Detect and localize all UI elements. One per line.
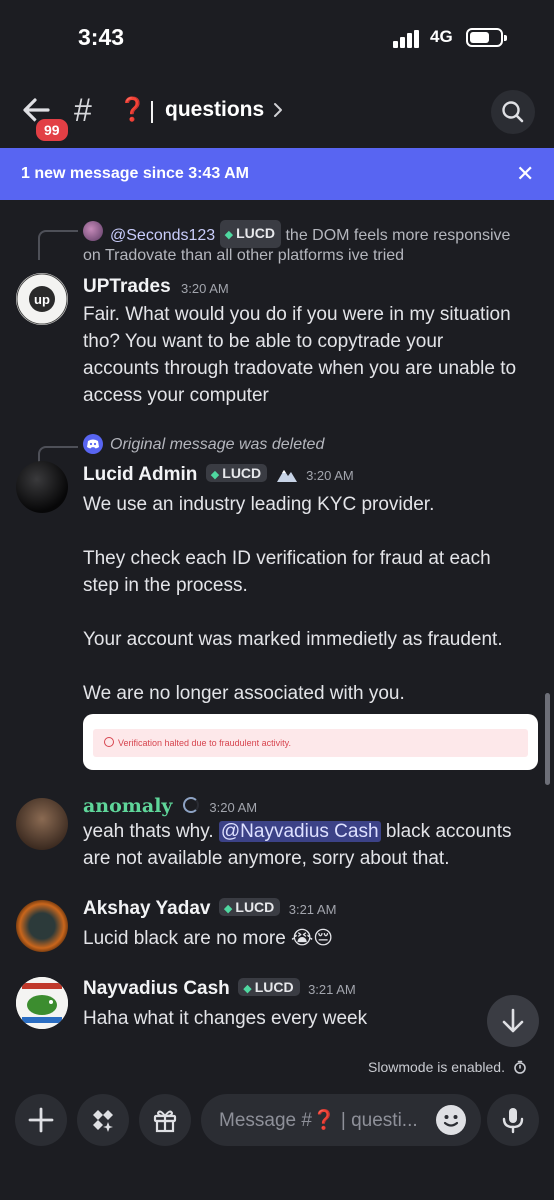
fish-logo-icon <box>16 977 68 1029</box>
network-label: 4G <box>430 27 453 46</box>
timestamp: 3:20 AM <box>181 281 229 296</box>
reply-text-line: the DOM feels more responsive <box>285 227 511 244</box>
plus-icon <box>28 1107 54 1133</box>
avatar[interactable] <box>16 977 68 1029</box>
server-tag: ◆ LUCD <box>238 978 300 996</box>
diamond-icon: ◆ <box>224 229 234 241</box>
avatar[interactable] <box>16 798 68 850</box>
server-tag: ◆ LUCD <box>218 898 281 916</box>
add-button[interactable] <box>15 1094 67 1146</box>
signal-icon <box>393 30 419 48</box>
message-line: yeah thats why. <box>83 821 214 842</box>
voice-button[interactable] <box>487 1094 539 1146</box>
arrow-down-icon <box>502 1008 524 1033</box>
message-line: black accounts <box>385 821 512 842</box>
reply-avatar <box>83 221 103 241</box>
message-line: are not available anymore, sorry about t… <box>83 848 450 869</box>
username[interactable]: Akshay Yadav <box>83 898 210 919</box>
gift-icon <box>153 1110 177 1133</box>
slowmode-text: Slowmode is enabled. <box>368 1059 505 1075</box>
avatar[interactable] <box>16 461 68 513</box>
jump-to-bottom-button[interactable] <box>487 995 539 1047</box>
diamond-icon: ◆ <box>210 469 220 481</box>
diamond-icon: ◆ <box>223 903 233 915</box>
timestamp: 3:20 AM <box>306 468 354 483</box>
deleted-reply-text: Original message was deleted <box>110 436 325 453</box>
message-text: Lucid black are no more 😭😔 <box>83 928 334 949</box>
gift-button[interactable] <box>139 1094 191 1146</box>
message-line: Your account was marked immedietly as fr… <box>83 629 503 650</box>
reply-mention[interactable]: @Seconds123 <box>110 227 215 244</box>
channel-separator: | <box>149 97 155 123</box>
smiley-icon <box>443 1115 459 1127</box>
username[interactable]: Lucid Admin <box>83 464 197 485</box>
unread-badge: 99 <box>33 116 71 144</box>
message-header: anomaly 3:20 AM <box>83 795 257 817</box>
apps-icon <box>93 1110 113 1132</box>
chevron-right-icon[interactable] <box>271 99 285 121</box>
tag-label: LUCD <box>254 979 294 995</box>
tag-label: LUCD <box>236 225 276 241</box>
discord-icon <box>83 434 103 454</box>
avatar[interactable]: up <box>16 273 68 325</box>
avatar[interactable] <box>16 900 68 952</box>
message-text: Haha what it changes every week <box>83 1008 368 1029</box>
error-text: Verification halted due to fraudulent ac… <box>118 738 291 748</box>
role-icon <box>276 465 298 483</box>
message-header: Nayvadius Cash ◆ LUCD 3:21 AM <box>83 978 356 1000</box>
warning-icon <box>104 737 114 747</box>
new-messages-text[interactable]: 1 new message since 3:43 AM <box>21 165 249 183</box>
message-line: We are no longer associated with you. <box>83 683 405 704</box>
diamond-icon: ◆ <box>243 983 252 995</box>
battery-icon <box>466 28 507 47</box>
microphone-icon <box>502 1108 524 1134</box>
status-time: 3:43 <box>78 24 125 50</box>
question-emoji: ❓ <box>118 96 147 122</box>
message-header: Akshay Yadav ◆ LUCD 3:21 AM <box>83 898 336 920</box>
tag-label: LUCD <box>235 899 275 915</box>
message-line: We use an industry leading KYC provider. <box>83 494 435 515</box>
server-tag: ◆ LUCD <box>205 464 268 482</box>
message-line: They check each ID verification for frau… <box>83 548 491 569</box>
message-line: accounts through tradovate when you are … <box>83 358 517 379</box>
svg-text:up: up <box>34 292 50 307</box>
username[interactable]: Nayvadius Cash <box>83 978 230 999</box>
timestamp: 3:21 AM <box>308 982 356 997</box>
close-icon[interactable]: ✕ <box>516 161 534 187</box>
username[interactable]: anomaly <box>83 795 172 817</box>
channel-name[interactable]: questions <box>165 98 264 122</box>
message-line: step in the process. <box>83 575 248 596</box>
username[interactable]: UPTrades <box>83 276 171 298</box>
search-button[interactable] <box>491 90 535 134</box>
user-mention[interactable]: @Nayvadius Cash <box>218 821 381 842</box>
reply-text-line: on Tradovate than all other platforms iv… <box>83 247 405 264</box>
message-input-placeholder[interactable]: Message #❓ | questi... <box>219 1108 418 1132</box>
tag-label: LUCD <box>222 465 262 481</box>
uptrades-logo-icon: up <box>16 273 68 325</box>
message-text: Fair. What would you do if you were in m… <box>83 301 533 409</box>
message-text: yeah thats why. @Nayvadius Cash black ac… <box>83 818 533 872</box>
message-text: We use an industry leading KYC provider.… <box>83 491 533 707</box>
timestamp: 3:20 AM <box>209 800 258 815</box>
scrollbar[interactable] <box>545 693 550 785</box>
message-line: tho? You want to be able to copytrade yo… <box>83 331 444 352</box>
emoji-button[interactable] <box>436 1105 466 1135</box>
timestamp: 3:21 AM <box>288 902 337 917</box>
apps-button[interactable] <box>77 1094 129 1146</box>
slowmode-notice: Slowmode is enabled. <box>368 1059 527 1075</box>
reply-connector <box>38 230 78 260</box>
status-icon <box>182 797 199 813</box>
stopwatch-icon <box>514 1060 526 1074</box>
channel-hash-icon: # <box>74 92 92 128</box>
message-line: Fair. What would you do if you were in m… <box>83 304 511 325</box>
message-header: Lucid Admin ◆ LUCD 3:20 AM <box>83 464 354 486</box>
message-line: access your computer <box>83 385 269 406</box>
search-icon <box>502 101 524 123</box>
